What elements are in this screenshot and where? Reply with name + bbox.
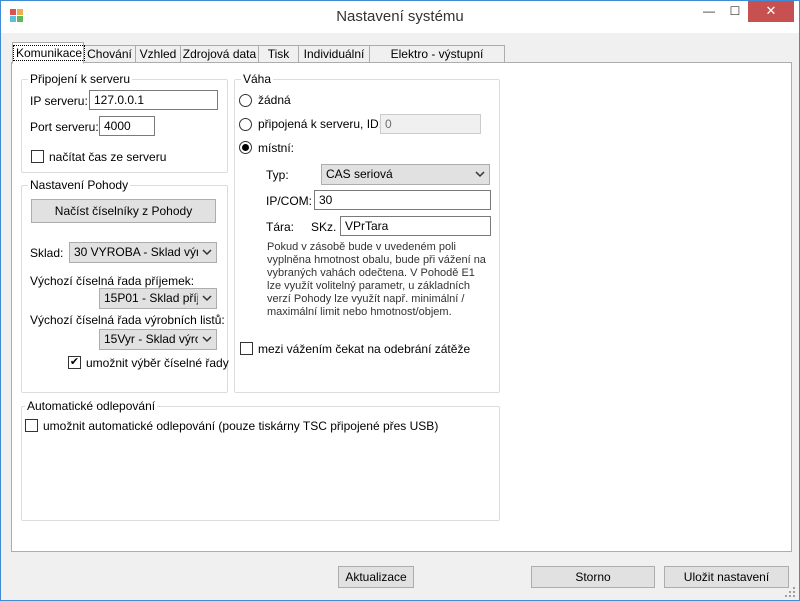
chevron-down-icon <box>202 336 212 343</box>
tab-komunikace[interactable]: Komunikace <box>12 42 86 64</box>
prijemky-select[interactable]: 15P01 - Sklad příjer <box>99 288 217 309</box>
settings-window: Nastavení systému — ☐ ✕ Komunikace Chová… <box>0 0 800 601</box>
wait-label: mezi vážením čekat na odebrání zátěže <box>258 342 471 356</box>
port-label: Port serveru: <box>30 120 99 134</box>
sklad-value: 30 VYROBA - Sklad výrob <box>74 245 198 259</box>
title-bar: Nastavení systému — ☐ ✕ <box>1 1 799 33</box>
resize-grip-icon[interactable] <box>785 587 795 597</box>
scale-none-radio[interactable] <box>239 94 252 107</box>
minimize-button[interactable]: — <box>696 1 722 22</box>
scale-server-label: připojená k serveru, ID: <box>258 117 383 131</box>
sklad-select[interactable]: 30 VYROBA - Sklad výrob <box>69 242 217 263</box>
ipcom-input[interactable] <box>314 190 491 210</box>
cancel-button[interactable]: Storno <box>531 566 655 588</box>
tab-vzhled[interactable]: Vzhled <box>135 45 181 63</box>
type-value: CAS seriová <box>326 167 393 181</box>
vyrobni-value: 15Vyr - Sklad výroba <box>104 332 198 346</box>
prijemky-label: Výchozí číselná řada příjemek: <box>30 274 195 288</box>
tab-zdrojova-data[interactable]: Zdrojová data <box>180 45 259 63</box>
allow-series-label: umožnit výběr číselné řady <box>86 356 229 370</box>
close-button[interactable]: ✕ <box>748 1 794 22</box>
port-input[interactable] <box>99 116 155 136</box>
type-select[interactable]: CAS seriová <box>321 164 490 185</box>
refresh-button[interactable]: Aktualizace <box>338 566 414 588</box>
radio-dot <box>242 144 249 151</box>
allow-series-checkbox[interactable]: ✔ <box>68 356 81 369</box>
load-pohoda-button[interactable]: Načíst číselníky z Pohody <box>31 199 216 223</box>
tare-note: Pokud v zásobě bude v uvedeném poli vypl… <box>267 241 486 318</box>
autopeel-checkbox[interactable] <box>25 419 38 432</box>
chevron-down-icon <box>202 295 212 302</box>
load-time-label: načítat čas ze serveru <box>49 150 167 164</box>
ipcom-label: IP/COM: <box>266 194 313 208</box>
sklad-label: Sklad: <box>30 246 64 260</box>
tara-label: Tára: <box>266 220 295 234</box>
tab-tisk[interactable]: Tisk <box>258 45 299 63</box>
server-id-input[interactable] <box>380 114 481 134</box>
tab-elektro[interactable]: Elektro - výstupní kontrola <box>369 45 505 77</box>
tab-individualni[interactable]: Individuální <box>298 45 370 63</box>
save-button[interactable]: Uložit nastavení <box>664 566 789 588</box>
checkmark-icon: ✔ <box>69 356 80 368</box>
chevron-down-icon <box>475 171 485 178</box>
scale-group-label: Váha <box>241 72 274 86</box>
type-label: Typ: <box>266 168 289 182</box>
ip-input[interactable] <box>89 90 218 110</box>
scale-local-label: místní: <box>258 141 295 155</box>
ip-label: IP serveru: <box>30 94 88 108</box>
pohoda-group-label: Nastavení Pohody <box>28 178 131 192</box>
chevron-down-icon <box>202 249 212 256</box>
tab-chovani[interactable]: Chování <box>83 45 136 63</box>
skz-input[interactable] <box>340 216 491 236</box>
prijemky-value: 15P01 - Sklad příjer <box>104 291 198 305</box>
vyrobni-select[interactable]: 15Vyr - Sklad výroba <box>99 329 217 350</box>
autopeel-label: umožnit automatické odlepování (pouze ti… <box>43 419 439 433</box>
scale-none-label: žádná <box>258 93 291 107</box>
server-group-label: Připojení k serveru <box>28 72 133 86</box>
window-title: Nastavení systému <box>336 8 464 25</box>
scale-local-radio[interactable] <box>239 141 252 154</box>
scale-server-radio[interactable] <box>239 118 252 131</box>
skz-label: SKz. <box>311 220 337 234</box>
autopeel-group-label: Automatické odlepování <box>25 399 158 413</box>
wait-checkbox[interactable] <box>240 342 253 355</box>
maximize-button[interactable]: ☐ <box>722 1 748 22</box>
tab-label: Komunikace <box>13 45 86 61</box>
vyrobni-label: Výchozí číselná řada výrobních listů: <box>30 313 225 327</box>
load-time-checkbox[interactable] <box>31 150 44 163</box>
